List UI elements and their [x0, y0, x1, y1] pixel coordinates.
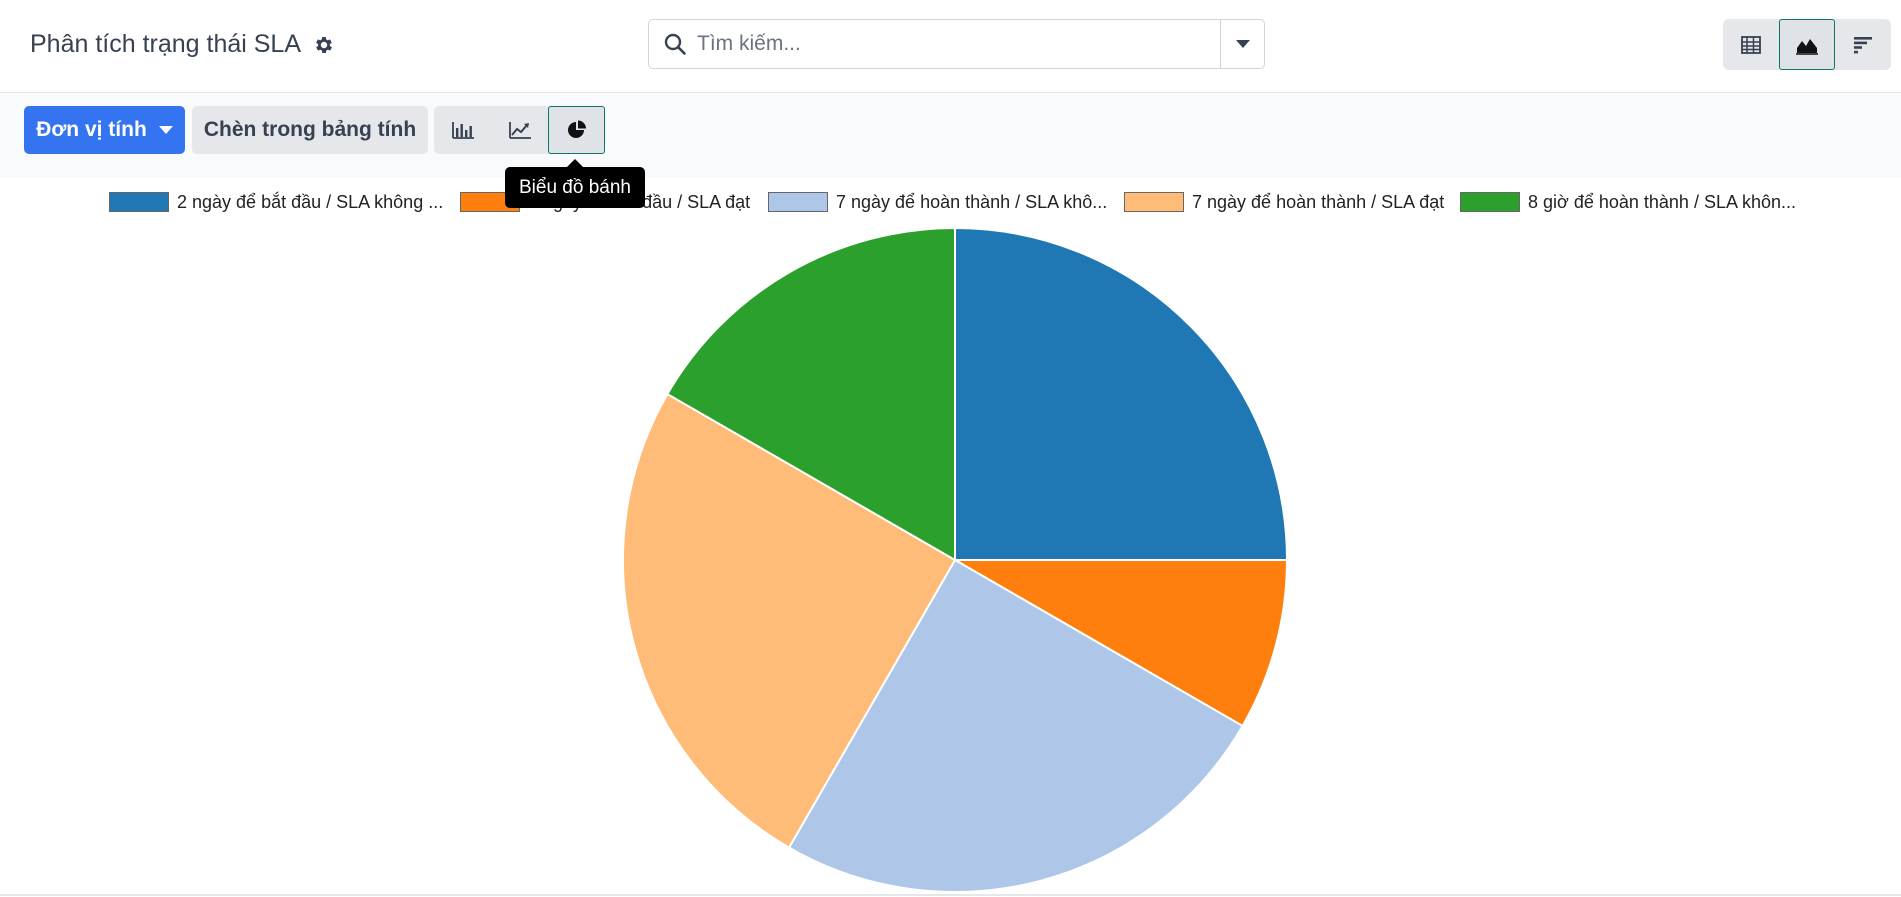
graph-view-button[interactable] [1779, 19, 1835, 70]
pivot-view-button[interactable] [1723, 19, 1779, 70]
view-switcher [1723, 19, 1891, 70]
line-chart-icon [508, 122, 531, 139]
pie-chart-button[interactable] [548, 106, 605, 154]
pie-chart [622, 226, 1289, 893]
search-options-toggle[interactable] [1220, 20, 1264, 68]
bar-chart-icon [451, 122, 474, 139]
chevron-down-icon [1235, 40, 1250, 48]
search-input[interactable] [697, 32, 1220, 56]
measures-dropdown-button[interactable]: Đơn vị tính [24, 106, 185, 154]
pie-chart-icon [567, 120, 586, 138]
pivot-table-icon [1741, 35, 1761, 54]
pie-chart-tooltip: Biểu đồ bánh [505, 159, 645, 208]
insert-in-spreadsheet-label: Chèn trong bảng tính [203, 118, 417, 141]
cohort-view-button[interactable] [1835, 19, 1891, 70]
control-panel: Phân tích trạng thái SLA [0, 0, 1901, 93]
caret-down-icon [158, 126, 173, 134]
graph-toolbar: Đơn vị tính Chèn trong bảng tính [0, 93, 1901, 178]
line-chart-button[interactable] [491, 106, 548, 154]
pie-slice[interactable] [954, 226, 1289, 561]
graph-view-icon [1796, 38, 1818, 55]
insert-in-spreadsheet-button[interactable]: Chèn trong bảng tính [192, 106, 428, 154]
search-bar [648, 19, 1265, 69]
page-title: Phân tích trạng thái SLA [30, 30, 335, 59]
bar-chart-button[interactable] [434, 106, 491, 154]
cohort-view-icon [1854, 36, 1872, 53]
search-icon [664, 33, 686, 55]
bottom-divider [0, 894, 1901, 896]
measures-label: Đơn vị tính [36, 118, 147, 141]
page-title-text: Phân tích trạng thái SLA [30, 30, 302, 58]
graph-area: 2 ngày để bắt đầu / SLA không ...2 ngày … [0, 178, 1901, 897]
tooltip-text: Biểu đồ bánh [519, 176, 631, 198]
chart-type-switcher [434, 106, 605, 154]
gear-icon[interactable] [313, 34, 335, 56]
